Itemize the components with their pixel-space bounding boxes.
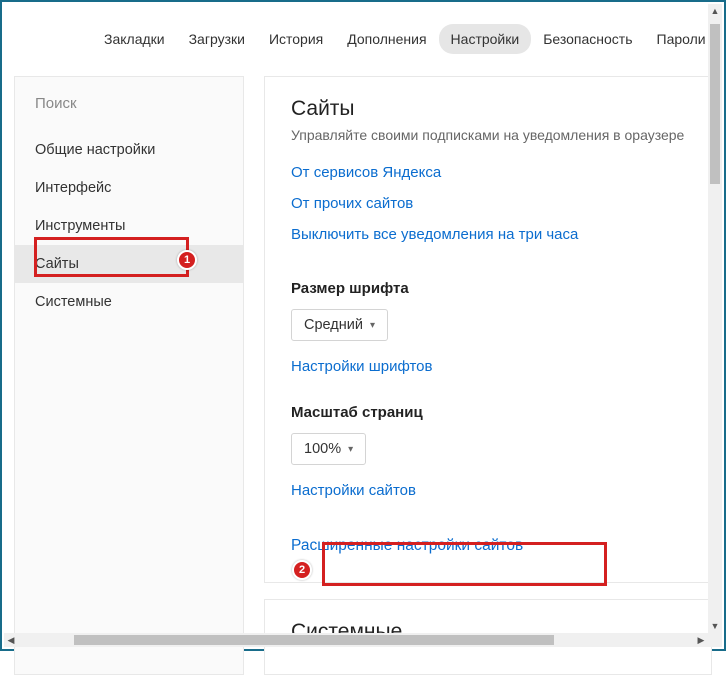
link-font-settings[interactable]: Настройки шрифтов: [291, 351, 685, 382]
tab-downloads[interactable]: Загрузки: [177, 24, 257, 54]
annotation-badge-1: 1: [177, 250, 197, 270]
annotation-badge-2: 2: [292, 560, 312, 580]
font-size-select[interactable]: Средний ▾: [291, 309, 388, 341]
tab-security[interactable]: Безопасность: [531, 24, 644, 54]
top-tabs: Закладки Загрузки История Дополнения Нас…: [2, 2, 724, 76]
tab-settings[interactable]: Настройки: [439, 24, 532, 54]
link-site-settings[interactable]: Настройки сайтов: [291, 475, 685, 506]
sidebar-item-system[interactable]: Системные: [15, 283, 243, 321]
sidebar-item-tools[interactable]: Инструменты: [15, 207, 243, 245]
horizontal-scroll-thumb[interactable]: [74, 635, 554, 645]
link-other-sites[interactable]: От прочих сайтов: [291, 188, 685, 219]
sites-card: Сайты Управляйте своими подписками на ув…: [264, 76, 712, 583]
page-scale-heading: Масштаб страниц: [291, 404, 685, 421]
vertical-scrollbar[interactable]: ▲ ▼: [708, 4, 722, 633]
chevron-down-icon: ▾: [370, 320, 375, 331]
tab-history[interactable]: История: [257, 24, 335, 54]
sidebar: Общие настройки Интерфейс Инструменты Са…: [14, 76, 244, 675]
main-content: Сайты Управляйте своими подписками на ув…: [264, 76, 712, 675]
vertical-scroll-thumb[interactable]: [710, 24, 720, 184]
link-disable-notifications[interactable]: Выключить все уведомления на три часа: [291, 219, 685, 250]
link-advanced-site-settings[interactable]: Расширенные настройки сайтов: [291, 530, 685, 562]
sidebar-item-interface[interactable]: Интерфейс: [15, 169, 243, 207]
page-title: Сайты: [291, 97, 685, 121]
search-input[interactable]: [35, 95, 223, 112]
page-scale-select[interactable]: 100% ▾: [291, 433, 366, 465]
page-scale-value: 100%: [304, 441, 341, 457]
horizontal-scrollbar[interactable]: ◀ ▶: [4, 633, 708, 647]
sidebar-item-general[interactable]: Общие настройки: [15, 131, 243, 169]
chevron-down-icon: ▾: [348, 444, 353, 455]
tab-bookmarks[interactable]: Закладки: [92, 24, 177, 54]
tab-addons[interactable]: Дополнения: [335, 24, 438, 54]
scroll-left-arrow-icon[interactable]: ◀: [4, 633, 18, 647]
font-size-heading: Размер шрифта: [291, 280, 685, 297]
notifications-description: Управляйте своими подписками на уведомле…: [291, 127, 685, 143]
font-size-value: Средний: [304, 317, 363, 333]
link-yandex-services[interactable]: От сервисов Яндекса: [291, 157, 685, 188]
scrollbar-corner: [708, 633, 722, 647]
sidebar-item-sites[interactable]: Сайты: [15, 245, 243, 283]
scroll-down-arrow-icon[interactable]: ▼: [708, 619, 722, 633]
scroll-up-arrow-icon[interactable]: ▲: [708, 4, 722, 18]
scroll-right-arrow-icon[interactable]: ▶: [694, 633, 708, 647]
